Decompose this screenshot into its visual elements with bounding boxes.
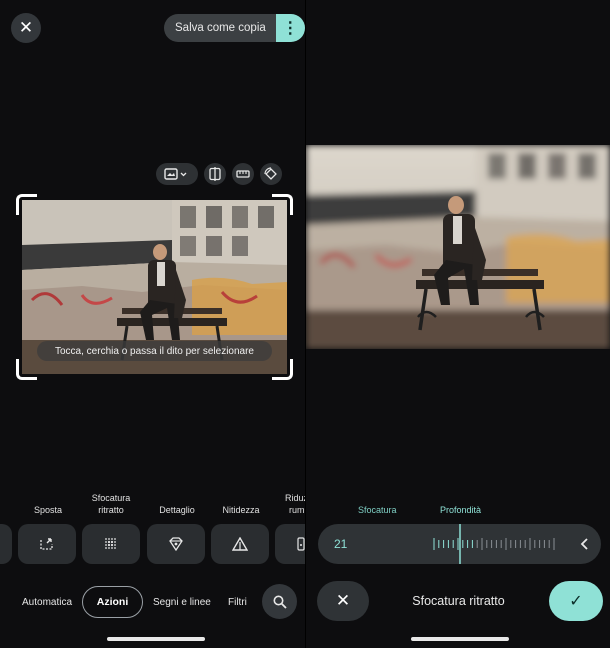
search-icon (273, 595, 287, 609)
action-label-noise-line2: rum (289, 505, 305, 515)
save-group: Salva come copia ⋮ (164, 14, 305, 42)
selection-hint: Tocca, cerchia o passa il dito per selez… (37, 341, 272, 361)
aspect-ratio-icon (164, 168, 187, 180)
rotate-icon (264, 167, 277, 180)
action-tile-detail[interactable] (147, 524, 205, 564)
portrait-blur-icon (105, 538, 116, 549)
close-icon: ✕ (335, 591, 351, 610)
cancel-button[interactable]: ✕ (317, 581, 369, 621)
compare-button[interactable] (204, 163, 226, 185)
aspect-ratio-button[interactable] (156, 163, 198, 185)
close-icon: ✕ (18, 18, 34, 37)
action-tile-denoise[interactable] (275, 524, 305, 564)
canvas-tools (156, 163, 282, 185)
compare-icon (209, 167, 221, 181)
editor-pane-left: ✕ Salva come copia ⋮ Tocca, cerchia o pa… (0, 0, 305, 648)
denoise-icon (297, 537, 305, 551)
chevron-left-icon[interactable] (580, 538, 590, 550)
search-button[interactable] (262, 584, 297, 619)
check-icon: ✓ (569, 593, 583, 610)
more-vert-icon: ⋮ (282, 20, 299, 37)
tab-segni-e-linee[interactable]: Segni e linee (153, 597, 211, 608)
detail-icon (169, 537, 183, 551)
crop-corner-top-right (272, 194, 293, 215)
action-tile-move[interactable] (18, 524, 76, 564)
slider-tab-depth[interactable]: Profondità (440, 505, 481, 515)
move-icon (40, 538, 53, 550)
preview-image (306, 145, 610, 349)
rotate-button[interactable] (260, 163, 282, 185)
crop-corner-bottom-right (272, 359, 293, 380)
more-options-button[interactable]: ⋮ (275, 14, 305, 42)
gesture-bar (107, 637, 205, 641)
action-label-noise-line1: Riduz (285, 493, 305, 503)
action-tile-portrait-blur[interactable] (82, 524, 140, 564)
action-label-sharpness: Nitidezza (222, 505, 260, 515)
ruler-button[interactable] (232, 163, 254, 185)
action-label-move: Sposta (33, 505, 63, 515)
tab-azioni[interactable]: Azioni (82, 586, 143, 618)
blurred-preview (306, 145, 610, 349)
tool-title: Sfocatura ritratto (412, 594, 505, 608)
tab-automatica[interactable]: Automatica (22, 597, 72, 608)
gesture-bar (411, 637, 509, 641)
editor-pane-right: Sfocatura Profondità 21 ✕ Sfocatura ritr… (306, 0, 610, 648)
slider-tab-blur[interactable]: Sfocatura (358, 505, 397, 515)
slider-ticks (433, 524, 555, 564)
tab-filtri[interactable]: Filtri (228, 597, 247, 608)
save-as-copy-button[interactable]: Salva come copia (164, 14, 276, 42)
crop-corner-bottom-left (16, 359, 37, 380)
action-label-detail: Dettaglio (159, 505, 195, 515)
ruler-icon (236, 170, 250, 178)
depth-slider[interactable]: 21 (318, 524, 601, 564)
close-button[interactable]: ✕ (11, 13, 41, 43)
action-label-blur-line2: ritratto (98, 505, 124, 515)
action-label-blur-line1: Sfocatura (91, 493, 131, 503)
action-tile-previous[interactable] (0, 524, 12, 564)
crop-corner-top-left (16, 194, 37, 215)
action-tile-sharpness[interactable] (211, 524, 269, 564)
sharpness-icon (232, 537, 248, 551)
confirm-button[interactable]: ✓ (549, 581, 603, 621)
